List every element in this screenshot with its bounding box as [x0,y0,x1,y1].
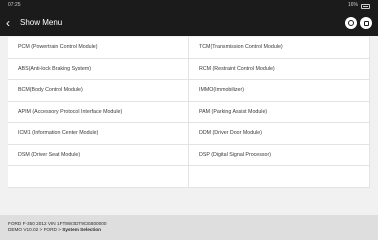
home-button[interactable] [345,17,357,29]
status-bar: 07:25 16% [0,0,378,10]
menu-item-dsm[interactable]: DSM (Driver Seat Module) [8,144,189,166]
breadcrumb: DEMO V10.02 > FORD > System Selection [8,227,378,232]
breadcrumb-path: DEMO V10.02 > FORD > [8,227,63,232]
menu-item-icm1[interactable]: ICM1 (Information Center Module) [8,123,189,145]
battery-text: 16% [347,2,358,8]
battery-icon [361,3,370,9]
home-icon [348,20,354,26]
system-menu-grid: PCM (Powertrain Control Module) TCM(Tran… [8,37,370,209]
page-title: Show Menu [20,18,63,27]
menu-item-rcm[interactable]: RCM (Restraint Control Module) [189,58,370,80]
menu-item-apim[interactable]: APIM (Accessory Protocol Interface Modul… [8,101,189,123]
menu-item-abs[interactable]: ABS(Anti-lock Braking System) [8,58,189,80]
vehicle-info-footer: FORD F-350 2012 VIN 1FT8W3DT9CEB00000 DE… [0,215,378,240]
status-time: 07:25 [8,2,21,8]
menu-item-dsp[interactable]: DSP (Digital Signal Processor) [189,144,370,166]
menu-item-empty-right [189,166,370,188]
status-right: 16% [348,0,370,10]
chevron-left-icon: ‹ [6,16,10,30]
menu-item-empty-left [8,166,189,188]
breadcrumb-current: System Selection [62,227,102,232]
menu-item-pcm[interactable]: PCM (Powertrain Control Module) [8,37,189,59]
menu-item-ddm[interactable]: DDM (Driver Door Module) [189,123,370,145]
vehicle-info: FORD F-350 2012 VIN 1FT8W3DT9CEB00000 [8,221,107,226]
back-button[interactable]: ‹ [6,15,20,31]
menu-item-immo[interactable]: IMMO(Immobilizer) [189,80,370,102]
title-bar: ‹ Show Menu [0,10,378,36]
menu-button[interactable] [360,17,372,29]
menu-icon [363,20,369,26]
menu-item-pam[interactable]: PAM (Parking Assist Module) [189,101,370,123]
menu-item-tcm[interactable]: TCM(Transmission Control Module) [189,37,370,59]
menu-item-bcm[interactable]: BCM(Body Control Module) [8,80,189,102]
